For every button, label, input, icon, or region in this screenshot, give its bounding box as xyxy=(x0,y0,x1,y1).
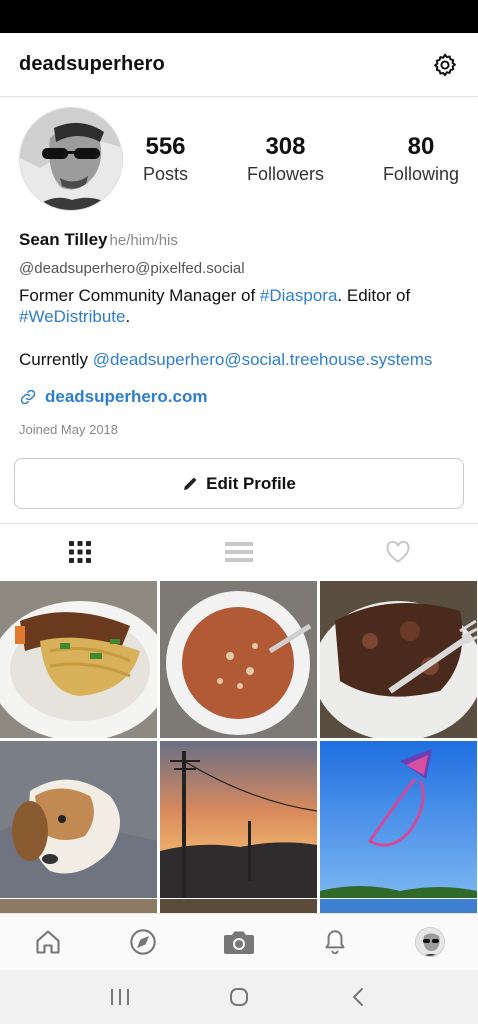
tab-list[interactable] xyxy=(159,524,318,579)
stat-followers[interactable]: 308 Followers xyxy=(247,132,324,186)
grid-icon xyxy=(68,540,91,563)
back-button[interactable] xyxy=(338,977,378,1017)
link-icon xyxy=(20,389,36,405)
name-row: Sean Tilley he/him/his xyxy=(19,230,464,250)
stat-count: 308 xyxy=(265,133,306,160)
home-circle-icon xyxy=(229,988,248,1006)
edit-profile-label: Edit Profile xyxy=(206,473,296,493)
photo-tile[interactable] xyxy=(160,741,317,898)
photo-tile[interactable] xyxy=(0,899,157,913)
home-button[interactable] xyxy=(219,977,259,1017)
stat-label: Followers xyxy=(246,164,324,184)
recents-icon xyxy=(110,989,129,1005)
home-icon xyxy=(36,930,60,954)
nav-camera[interactable] xyxy=(219,922,259,962)
stat-label: Following xyxy=(382,164,459,184)
hashtag-link[interactable]: #WeDistribute xyxy=(19,307,125,326)
bio-part: . xyxy=(125,307,131,326)
tab-grid[interactable] xyxy=(0,524,159,579)
view-tabs xyxy=(0,523,478,579)
bio-text: Former Community Manager of #Diaspora. E… xyxy=(19,285,464,327)
pencil-icon xyxy=(184,477,197,490)
heart-icon xyxy=(386,540,410,563)
photo-grid xyxy=(0,581,478,898)
gear-icon[interactable] xyxy=(431,51,459,79)
bio-part: . Editor of xyxy=(337,286,411,305)
header-username: deadsuperhero xyxy=(19,53,165,75)
stat-following[interactable]: 80 Following xyxy=(383,132,459,186)
back-icon xyxy=(352,988,364,1006)
edit-profile-button[interactable]: Edit Profile xyxy=(14,458,464,509)
bio-current: Currently @deadsuperhero@social.treehous… xyxy=(19,349,464,370)
photo-tile[interactable] xyxy=(320,899,477,913)
photo-tile[interactable] xyxy=(320,741,477,898)
website-label: deadsuperhero.com xyxy=(45,387,208,406)
nav-discover[interactable] xyxy=(123,922,163,962)
photo-grid-next-row xyxy=(0,899,478,913)
profile-stats: 556 Posts 308 Followers 80 Following xyxy=(123,132,459,186)
profile-avatar[interactable] xyxy=(19,107,123,211)
bio-part: Currently xyxy=(19,350,93,369)
status-bar xyxy=(0,0,478,33)
stat-posts[interactable]: 556 Posts xyxy=(143,132,188,186)
profile-bio: Sean Tilley he/him/his @deadsuperhero@pi… xyxy=(19,230,464,437)
stat-count: 556 xyxy=(145,133,186,160)
app-header: deadsuperhero xyxy=(0,33,478,97)
display-name: Sean Tilley xyxy=(19,230,108,249)
photo-tile[interactable] xyxy=(160,899,317,913)
photo-tile[interactable] xyxy=(160,581,317,738)
photo-tile[interactable] xyxy=(320,581,477,738)
nav-notifications[interactable] xyxy=(315,922,355,962)
tab-likes[interactable] xyxy=(319,524,478,579)
mention-link[interactable]: @deadsuperhero@social.treehouse.systems xyxy=(93,350,433,369)
pronouns: he/him/his xyxy=(109,232,178,249)
stat-count: 80 xyxy=(407,133,435,160)
recents-button[interactable] xyxy=(100,977,140,1017)
photo-tile[interactable] xyxy=(0,741,157,898)
bio-part: Former Community Manager of xyxy=(19,286,260,305)
nav-home[interactable] xyxy=(28,922,68,962)
profile-handle: @deadsuperhero@pixelfed.social xyxy=(19,260,245,277)
camera-icon xyxy=(223,931,254,954)
system-navigation xyxy=(0,970,478,1024)
photo-tile[interactable] xyxy=(0,581,157,738)
list-icon xyxy=(224,541,253,562)
website-link[interactable]: deadsuperhero.com xyxy=(19,387,464,407)
bottom-navigation xyxy=(0,913,478,970)
bell-icon xyxy=(324,930,345,955)
stat-label: Posts xyxy=(143,164,189,184)
joined-date: Joined May 2018 xyxy=(19,422,119,437)
nav-profile[interactable] xyxy=(410,922,450,962)
profile-avatar-small xyxy=(415,927,446,957)
compass-icon xyxy=(130,929,157,955)
profile-summary: 556 Posts 308 Followers 80 Following xyxy=(19,107,459,211)
hashtag-link[interactable]: #Diaspora xyxy=(260,286,338,305)
